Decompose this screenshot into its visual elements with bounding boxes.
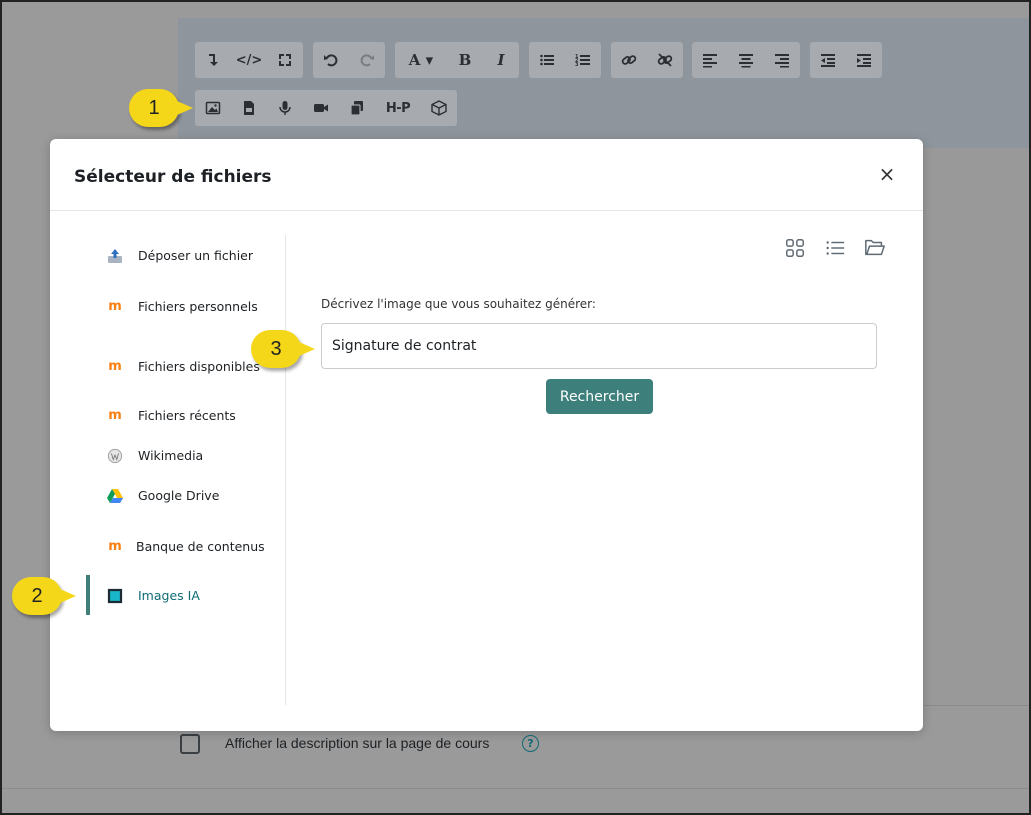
sidebar-item-personal-files[interactable]: m Fichiers personnels (86, 285, 286, 329)
ai-image-icon (106, 587, 124, 605)
toolbar-group-history (313, 42, 385, 78)
insert-icon[interactable] (195, 42, 231, 78)
callout-3: 3 (251, 330, 315, 368)
moodle-icon: m (108, 359, 122, 374)
callout-2: 2 (12, 577, 76, 615)
svg-text:3: 3 (575, 62, 579, 68)
sidebar-item-recent-files[interactable]: m Fichiers récents (86, 405, 286, 427)
file-icon[interactable] (231, 90, 267, 126)
editor-toolbar-area (178, 18, 1029, 148)
search-button[interactable]: Rechercher (546, 379, 653, 414)
toolbar-group-indent (810, 42, 882, 78)
outdent-icon[interactable] (810, 42, 846, 78)
modal-title: Sélecteur de fichiers (74, 167, 272, 187)
toolbar-group-links (611, 42, 683, 78)
toolbar-group-lists: 123 (529, 42, 601, 78)
align-center-icon[interactable] (728, 42, 764, 78)
show-description-checkbox[interactable] (180, 734, 200, 754)
toolbar-group-media: H-P (195, 90, 457, 126)
help-icon[interactable]: ? (522, 735, 539, 752)
toolbar-group-format: A ▾ B I (395, 42, 519, 78)
google-drive-icon (106, 487, 124, 505)
screen: </> A ▾ B I 123 H-P Afficher la descript… (0, 0, 1031, 815)
file-picker-modal: Sélecteur de fichiers × Déposer un fichi… (50, 139, 923, 731)
sidebar-item-wikimedia[interactable]: Wikimedia (86, 445, 286, 467)
toolbar-group-misc: </> (195, 42, 303, 78)
prompt-input[interactable] (321, 323, 877, 369)
package-icon[interactable] (421, 90, 457, 126)
moodle-icon: m (108, 539, 122, 554)
bold-button[interactable]: B (447, 42, 483, 78)
sidebar-item-ai-images[interactable]: Images IA (86, 585, 286, 607)
code-icon[interactable]: </> (231, 42, 267, 78)
image-icon[interactable] (195, 90, 231, 126)
indent-icon[interactable] (846, 42, 882, 78)
align-right-icon[interactable] (764, 42, 800, 78)
unordered-list-icon[interactable] (529, 42, 565, 78)
sidebar-item-content-bank[interactable]: m Banque de contenus (86, 525, 286, 569)
italic-button[interactable]: I (483, 42, 519, 78)
sidebar-item-google-drive[interactable]: Google Drive (86, 485, 286, 507)
folder-view-icon[interactable] (863, 236, 887, 260)
repository-sidebar: Déposer un fichier m Fichiers personnels… (86, 235, 286, 705)
divider (2, 788, 1029, 789)
align-left-icon[interactable] (692, 42, 728, 78)
copy-icon[interactable] (339, 90, 375, 126)
moodle-icon: m (108, 299, 122, 314)
redo-icon[interactable] (349, 42, 385, 78)
unlink-icon[interactable] (647, 42, 683, 78)
view-switcher (783, 236, 887, 260)
ordered-list-icon[interactable]: 123 (565, 42, 601, 78)
sidebar-item-upload[interactable]: Déposer un fichier (86, 245, 286, 267)
upload-icon (106, 247, 124, 265)
microphone-icon[interactable] (267, 90, 303, 126)
callout-1: 1 (129, 89, 193, 127)
h5p-button[interactable]: H-P (375, 90, 421, 126)
moodle-icon: m (108, 408, 122, 423)
font-color-button[interactable]: A ▾ (395, 42, 447, 78)
toolbar-group-align (692, 42, 800, 78)
grid-view-icon[interactable] (783, 236, 807, 260)
fullscreen-icon[interactable] (267, 42, 303, 78)
modal-header: Sélecteur de fichiers × (50, 139, 923, 211)
link-icon[interactable] (611, 42, 647, 78)
video-icon[interactable] (303, 90, 339, 126)
close-icon[interactable]: × (878, 162, 896, 186)
undo-icon[interactable] (313, 42, 349, 78)
list-view-icon[interactable] (823, 236, 847, 260)
show-description-label: Afficher la description sur la page de c… (225, 735, 490, 751)
prompt-label: Décrivez l'image que vous souhaitez géné… (321, 297, 596, 311)
wikimedia-icon (106, 447, 124, 465)
